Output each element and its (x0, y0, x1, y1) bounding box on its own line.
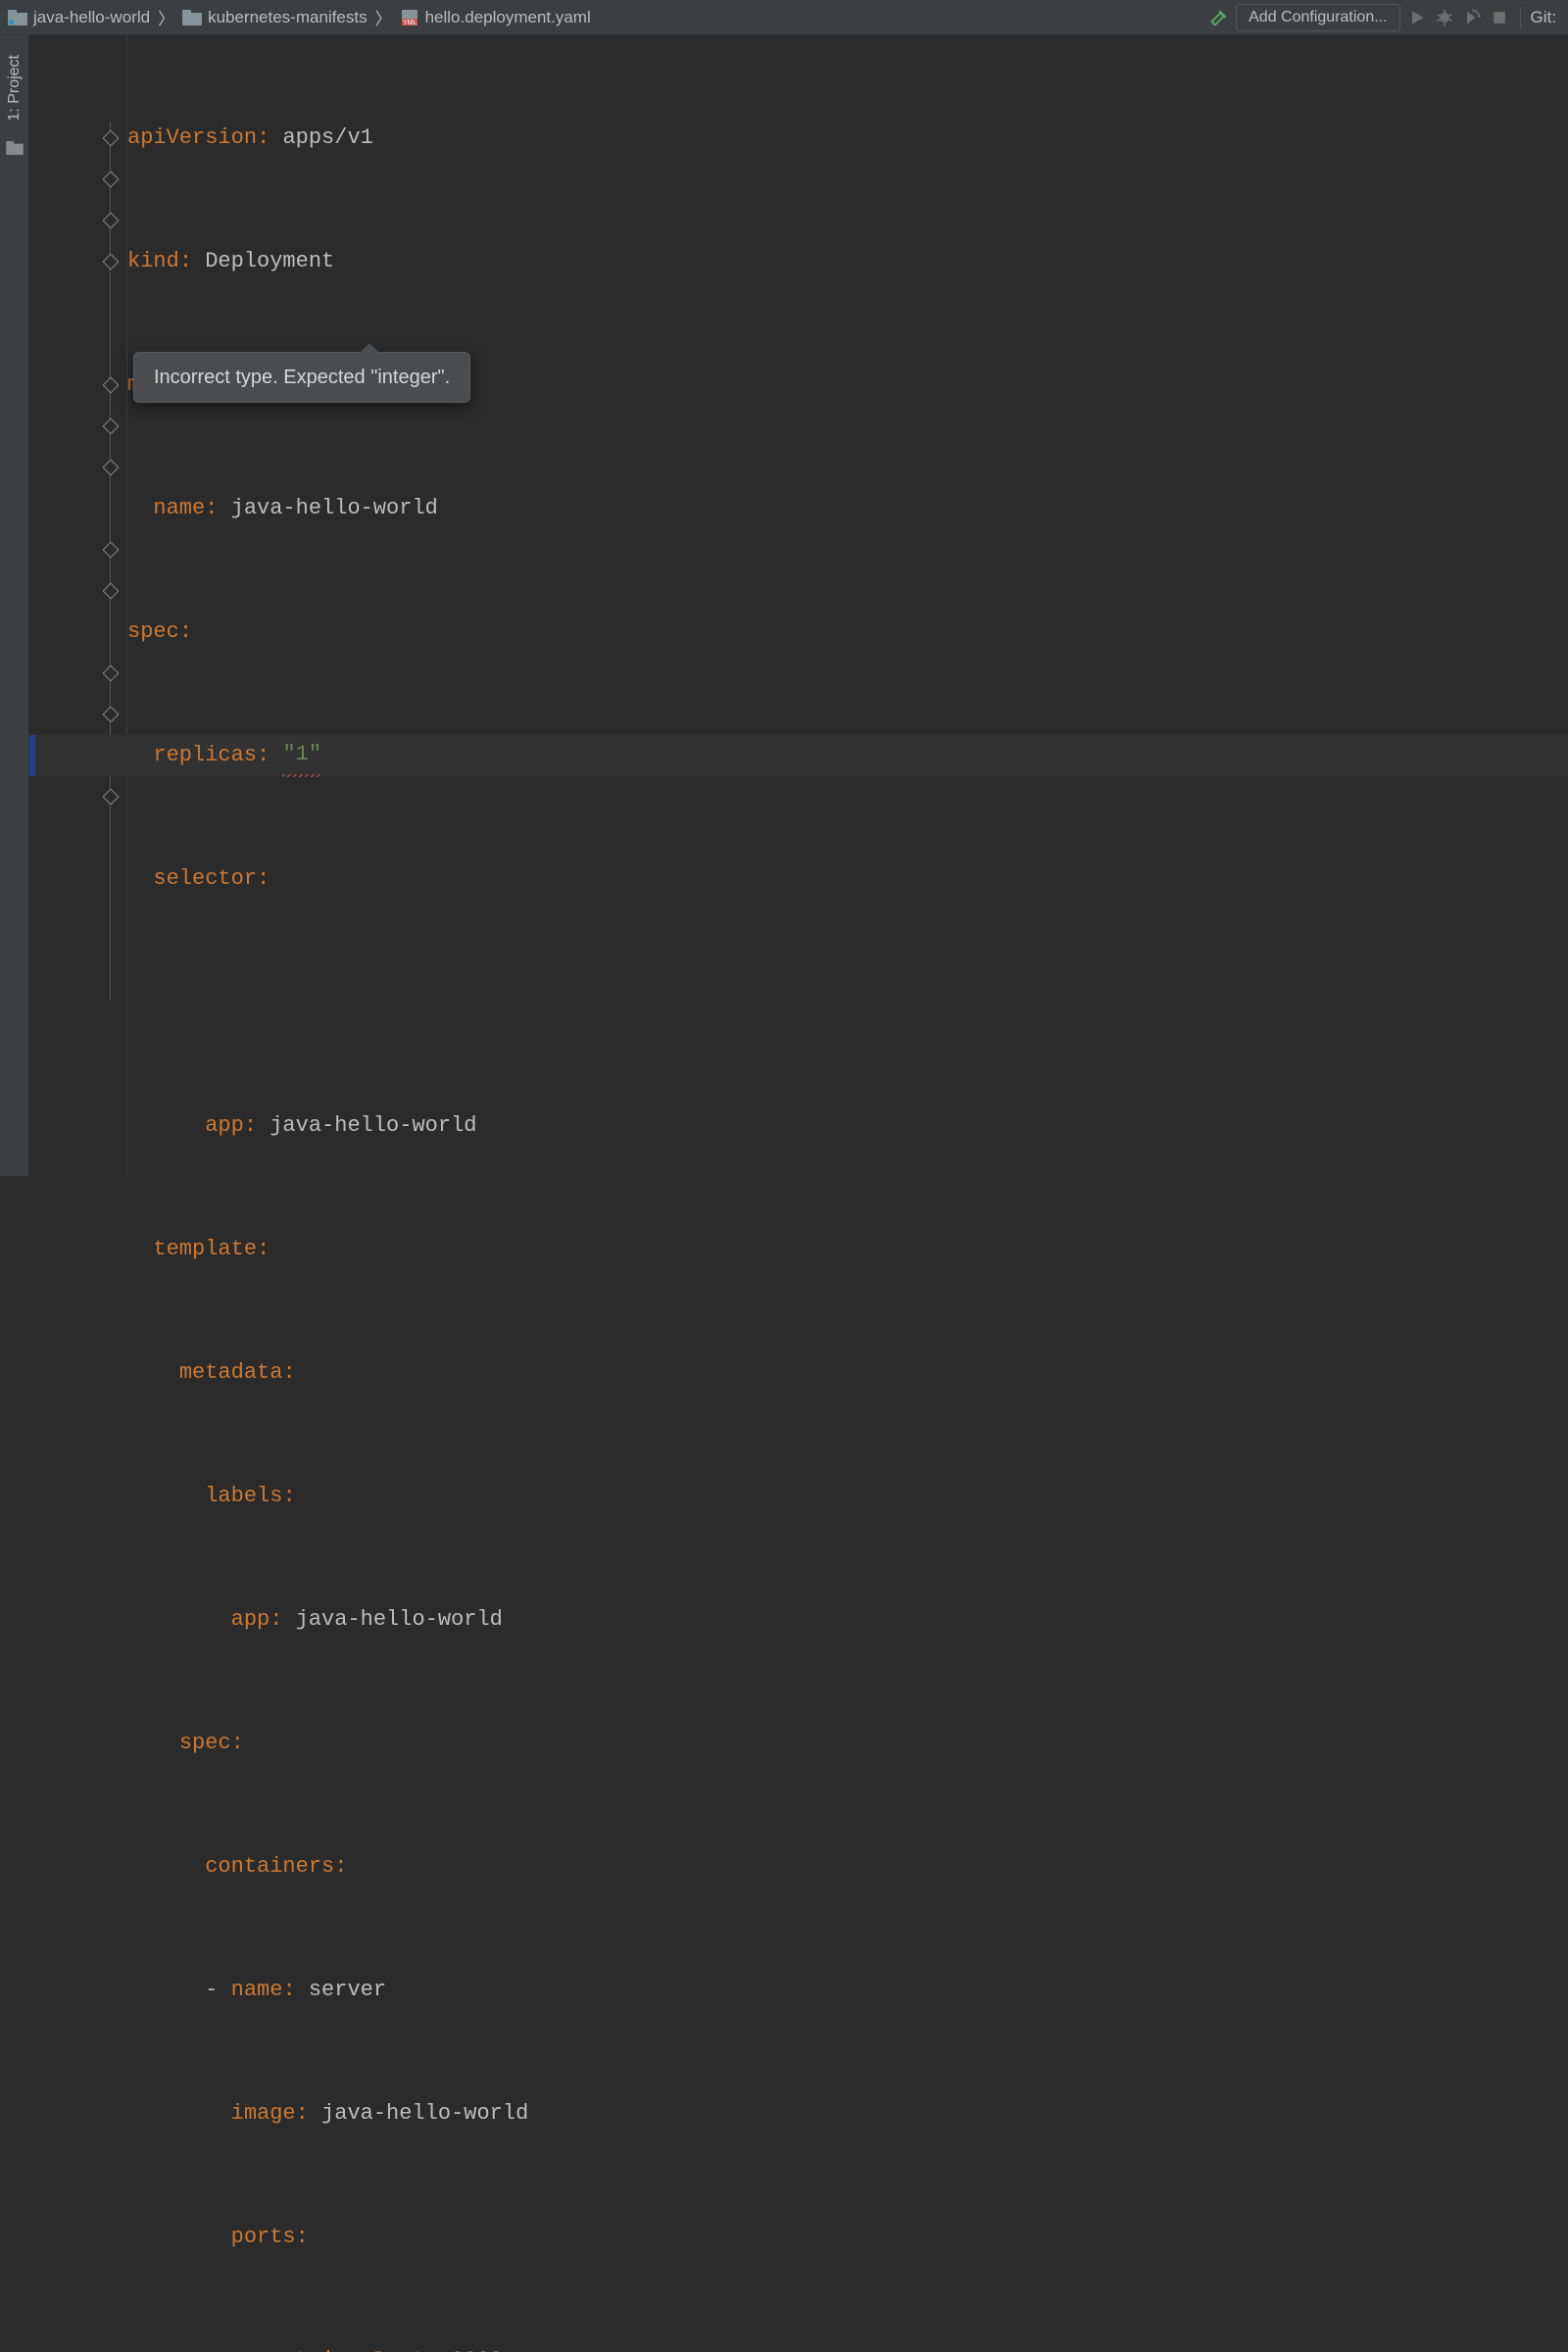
error-tooltip: Incorrect type. Expected "integer". (133, 352, 470, 403)
add-configuration-button[interactable]: Add Configuration... (1236, 4, 1399, 31)
breadcrumb-separator: 〉 (375, 5, 392, 29)
breadcrumb-separator: 〉 (158, 5, 174, 29)
yaml-key: image (231, 2093, 296, 2134)
yaml-key: ports (231, 2217, 296, 2258)
yaml-value: java-hello-world (231, 488, 438, 529)
yaml-key: app (231, 1599, 270, 1641)
yaml-key: containers (205, 1846, 334, 1887)
highlighted-line: replicas: "1" (29, 735, 1568, 776)
yaml-value: Deployment (205, 241, 334, 282)
yaml-key: labels (205, 1476, 282, 1517)
svg-text:YML: YML (403, 20, 417, 25)
yaml-value: server (309, 1970, 386, 2011)
breadcrumb-folder[interactable]: kubernetes-manifests (180, 8, 369, 27)
breadcrumb-folder-label: kubernetes-manifests (208, 8, 368, 27)
breadcrumb-file[interactable]: YML hello.deployment.yaml (398, 8, 593, 27)
yaml-key: containerPort (257, 2340, 425, 2352)
yaml-key: template (153, 1229, 257, 1270)
yaml-value: java-hello-world (321, 2093, 528, 2134)
yaml-key: spec (127, 612, 179, 653)
breadcrumb-file-label: hello.deployment.yaml (425, 8, 591, 27)
breadcrumb-project-label: java-hello-world (33, 8, 150, 27)
yaml-key: kind (127, 241, 179, 282)
yaml-key: name (231, 1970, 283, 2011)
yaml-key: metadata (179, 1352, 283, 1394)
git-label[interactable]: Git: (1531, 8, 1562, 27)
yaml-key: app (205, 1105, 244, 1147)
coverage-icon[interactable] (1461, 7, 1483, 28)
yaml-key: spec (179, 1723, 231, 1764)
project-tool-tab[interactable]: 1: Project (6, 47, 24, 129)
yaml-key: name (153, 488, 205, 529)
debug-icon[interactable] (1434, 7, 1455, 28)
folder-icon (182, 10, 202, 25)
yaml-key: selector (153, 858, 257, 900)
module-folder-icon (8, 10, 27, 25)
error-tooltip-text: Incorrect type. Expected "integer". (154, 367, 450, 388)
yaml-key: replicas (153, 735, 257, 776)
yaml-value-error: "1" (282, 734, 321, 777)
yaml-value: apps/v1 (282, 118, 372, 159)
yaml-value: 8080 (451, 2340, 503, 2352)
yaml-value: java-hello-world (296, 1599, 503, 1641)
tool-window-stripe-left: 1: Project (0, 35, 29, 1176)
fold-gutter[interactable] (98, 35, 127, 1176)
navigation-bar: java-hello-world 〉 kubernetes-manifests … (0, 0, 1568, 35)
toolbar-divider (1520, 7, 1521, 28)
yaml-key: apiVersion (127, 118, 257, 159)
yaml-value: java-hello-world (270, 1105, 476, 1147)
breadcrumb-project[interactable]: java-hello-world (6, 8, 152, 27)
stop-icon[interactable] (1489, 7, 1510, 28)
build-hammer-icon[interactable] (1208, 7, 1230, 28)
folder-icon[interactable] (6, 139, 24, 160)
run-icon[interactable] (1406, 7, 1428, 28)
yaml-file-icon: YML (400, 10, 419, 25)
editor[interactable]: apiVersion: apps/v1 kind: Deployment met… (29, 35, 1568, 1176)
